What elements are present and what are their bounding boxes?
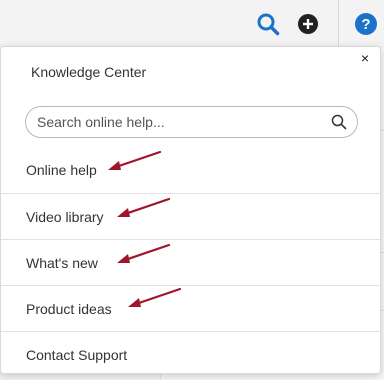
plus-circle-icon[interactable] [294, 10, 322, 38]
annotation-arrow-icon [108, 150, 162, 170]
search-icon[interactable] [331, 114, 347, 130]
menu-item-video-library[interactable]: Video library [1, 193, 380, 239]
panel-title: Knowledge Center [31, 64, 147, 80]
menu-item-whats-new[interactable]: What's new [1, 239, 380, 285]
annotation-arrow-icon [117, 197, 171, 217]
menu-item-label: What's new [26, 254, 98, 271]
menu-item-online-help[interactable]: Online help [1, 147, 380, 193]
menu-item-label: Online help [26, 162, 97, 178]
menu-item-product-ideas[interactable]: Product ideas [1, 285, 380, 331]
annotation-arrow-icon [117, 243, 171, 263]
help-search-input[interactable] [37, 110, 317, 134]
search-icon[interactable] [254, 10, 282, 38]
toolbar-divider [338, 0, 339, 48]
menu-item-label: Product ideas [26, 300, 112, 317]
menu-item-label: Video library [26, 208, 104, 225]
help-menu: Online help Video library What's new Pro… [1, 147, 380, 377]
top-toolbar: ? [0, 0, 384, 48]
knowledge-center-panel: × Knowledge Center Online help Video lib… [0, 46, 381, 374]
help-circle-icon[interactable]: ? [352, 10, 380, 38]
help-search-box [25, 106, 358, 138]
menu-item-label: Contact Support [26, 346, 128, 363]
svg-text:?: ? [361, 16, 370, 33]
annotation-arrow-icon [128, 287, 182, 307]
close-icon[interactable]: × [358, 51, 372, 65]
menu-item-contact-support[interactable]: Contact Support [1, 331, 380, 377]
